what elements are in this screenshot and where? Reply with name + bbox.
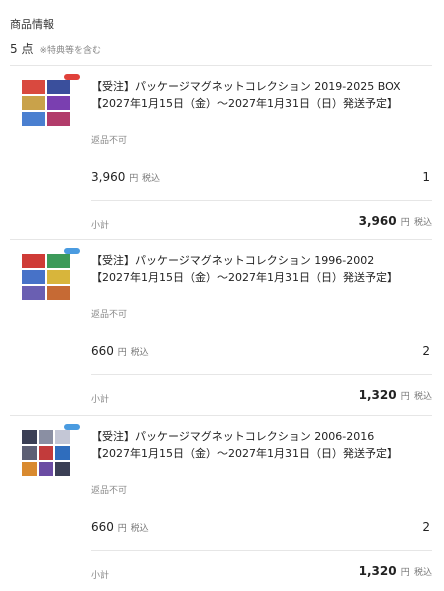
- thumbnail-tile: [55, 462, 70, 476]
- subtotal-yen-label: 円: [400, 392, 410, 402]
- thumbnail-tile: [22, 286, 45, 300]
- non-returnable-label: 返品不可: [91, 310, 128, 320]
- product-title-line2: 【2027年1月15日（金）～2027年1月31日（日）発送予定】: [91, 447, 398, 460]
- thumbnail-tile: [22, 254, 45, 268]
- cart-item: 【受注】パッケージマグネットコレクション 2006-2016 【2027年1月1…: [0, 416, 444, 591]
- quantity: 1: [422, 170, 430, 184]
- subtotal-tax-label: 税込: [413, 568, 432, 578]
- thumbnail-tile: [22, 96, 45, 110]
- unit-price: 660 円 税込: [91, 344, 149, 358]
- thumbnail-tile: [38, 462, 54, 476]
- cart-item: 【受注】パッケージマグネットコレクション 2019-2025 BOX 【2027…: [0, 66, 444, 241]
- thumbnail-tile: [47, 80, 70, 94]
- subtotal-divider: [91, 200, 432, 201]
- item-count-value: 5 点: [10, 42, 34, 56]
- subtotal-price: 1,320 円 税込: [359, 388, 432, 402]
- thumbnail-tile: [47, 254, 70, 268]
- thumbnail-art: [22, 80, 70, 126]
- subtotal-tax-label: 税込: [413, 392, 432, 402]
- subtotal-divider: [91, 374, 432, 375]
- thumbnail-tile: [22, 446, 37, 460]
- thumbnail-tile: [55, 446, 70, 460]
- section-title: 商品情報: [10, 18, 54, 31]
- non-returnable-label: 返品不可: [91, 486, 128, 496]
- product-title-line1: 【受注】パッケージマグネットコレクション 2006-2016: [91, 430, 375, 443]
- product-title[interactable]: 【受注】パッケージマグネットコレクション 2006-2016 【2027年1月1…: [91, 428, 398, 462]
- subtotal-label: 小計: [91, 395, 110, 405]
- quantity: 2: [422, 520, 430, 534]
- product-title[interactable]: 【受注】パッケージマグネットコレクション 2019-2025 BOX 【2027…: [91, 78, 401, 112]
- tax-included-label: 税込: [130, 524, 149, 534]
- thumbnail-tile: [47, 96, 70, 110]
- thumbnail-tile: [38, 430, 54, 444]
- thumbnail-tile: [22, 270, 45, 284]
- unit-price: 660 円 税込: [91, 520, 149, 534]
- thumbnail-tile: [38, 446, 54, 460]
- quantity: 2: [422, 344, 430, 358]
- product-thumbnail[interactable]: [14, 248, 80, 328]
- subtotal-value: 1,320: [358, 388, 397, 402]
- cart-item: 【受注】パッケージマグネットコレクション 1996-2002 【2027年1月1…: [0, 240, 444, 415]
- product-title-line2: 【2027年1月15日（金）～2027年1月31日（日）発送予定】: [91, 271, 398, 284]
- subtotal-yen-label: 円: [400, 218, 410, 228]
- subtotal-price: 3,960 円 税込: [359, 214, 432, 228]
- subtotal-label: 小計: [91, 221, 110, 231]
- thumbnail-tile: [22, 112, 45, 126]
- item-count: 5 点 ※特典等を含む: [10, 40, 101, 57]
- tax-included-label: 税込: [142, 174, 161, 184]
- subtotal-value: 1,320: [358, 564, 397, 578]
- subtotal-tax-label: 税込: [413, 218, 432, 228]
- yen-label: 円: [129, 174, 139, 184]
- unit-price-value: 660: [91, 344, 114, 358]
- thumbnail-art: [22, 430, 70, 476]
- thumbnail-tile: [55, 430, 70, 444]
- product-title-line1: 【受注】パッケージマグネットコレクション 2019-2025 BOX: [91, 80, 401, 93]
- thumbnail-art: [22, 254, 70, 300]
- subtotal-value: 3,960: [358, 214, 397, 228]
- subtotal-label: 小計: [91, 571, 110, 581]
- subtotal-divider: [91, 550, 432, 551]
- non-returnable-label: 返品不可: [91, 136, 128, 146]
- subtotal-yen-label: 円: [400, 568, 410, 578]
- subtotal-price: 1,320 円 税込: [359, 564, 432, 578]
- thumbnail-tile: [22, 462, 37, 476]
- unit-price: 3,960 円 税込: [91, 170, 160, 184]
- product-title-line2: 【2027年1月15日（金）～2027年1月31日（日）発送予定】: [91, 97, 398, 110]
- unit-price-value: 660: [91, 520, 114, 534]
- yen-label: 円: [117, 524, 127, 534]
- thumbnail-tile: [47, 286, 70, 300]
- thumbnail-tile: [47, 270, 70, 284]
- unit-price-value: 3,960: [91, 170, 126, 184]
- yen-label: 円: [117, 348, 127, 358]
- thumbnail-tile: [22, 430, 37, 444]
- thumbnail-tile: [22, 80, 45, 94]
- product-title[interactable]: 【受注】パッケージマグネットコレクション 1996-2002 【2027年1月1…: [91, 252, 398, 286]
- product-thumbnail[interactable]: [14, 424, 80, 504]
- thumbnail-tile: [47, 112, 70, 126]
- tax-included-label: 税込: [130, 348, 149, 358]
- product-title-line1: 【受注】パッケージマグネットコレクション 1996-2002: [91, 254, 375, 267]
- item-count-note: ※特典等を含む: [39, 46, 101, 56]
- product-thumbnail[interactable]: [14, 74, 80, 154]
